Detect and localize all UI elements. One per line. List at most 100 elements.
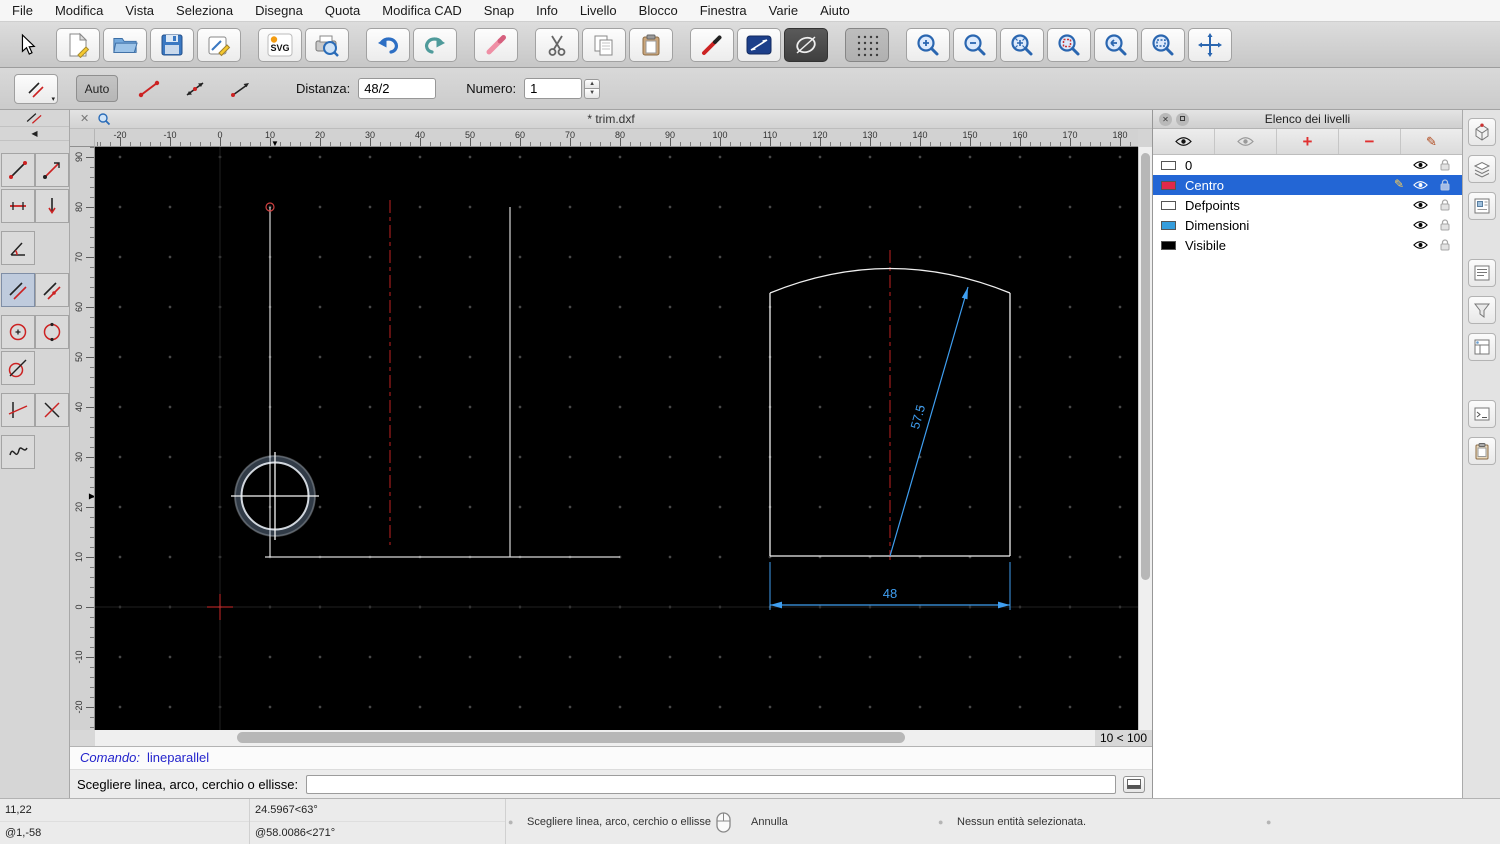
layer-list-icon[interactable]: [1467, 155, 1496, 183]
zoom-auto-button[interactable]: [1000, 27, 1044, 62]
layer-visibility-eye-icon[interactable]: [1413, 200, 1428, 210]
dimension-tool-button[interactable]: [737, 27, 781, 62]
vertical-scrollbar-thumb[interactable]: [1141, 153, 1150, 580]
palette-current-tool[interactable]: [0, 110, 69, 127]
stepper-down-button[interactable]: ▼: [584, 88, 601, 99]
selection-cursor-icon[interactable]: [12, 33, 42, 57]
zoom-previous-button[interactable]: [1094, 27, 1138, 62]
hide-all-layers-button[interactable]: [1215, 129, 1277, 154]
copy-button[interactable]: [582, 27, 626, 62]
zoom-in-button[interactable]: [906, 27, 950, 62]
circle-tangent-tool[interactable]: [1, 351, 35, 385]
open-file-button[interactable]: [103, 27, 147, 62]
line-vertical-tool[interactable]: [35, 189, 69, 223]
menu-snap[interactable]: Snap: [484, 3, 514, 18]
paste-button[interactable]: [629, 27, 673, 62]
undo-button[interactable]: [366, 27, 410, 62]
palette-back-button[interactable]: ◀: [0, 127, 69, 141]
layer-lock-icon[interactable]: [1440, 239, 1450, 251]
number-input[interactable]: [524, 78, 583, 99]
layer-visibility-eye-icon[interactable]: [1413, 180, 1428, 190]
menu-seleziona[interactable]: Seleziona: [176, 3, 233, 18]
stepper-up-button[interactable]: ▲: [584, 78, 601, 89]
add-layer-button[interactable]: +: [1277, 129, 1339, 154]
menu-finestra[interactable]: Finestra: [700, 3, 747, 18]
reference-both-sides-button[interactable]: [174, 74, 216, 104]
drawing-canvas[interactable]: 57.5 48: [95, 147, 1138, 730]
zoom-selection-button[interactable]: [1047, 27, 1091, 62]
block-list-icon[interactable]: [1467, 192, 1496, 220]
layer-visibility-eye-icon[interactable]: [1413, 240, 1428, 250]
layer-lock-icon[interactable]: [1440, 199, 1450, 211]
line-angle-point-tool[interactable]: [35, 153, 69, 187]
menu-vista[interactable]: Vista: [125, 3, 154, 18]
print-preview-button[interactable]: [305, 27, 349, 62]
view-list-icon[interactable]: [1467, 259, 1496, 287]
layer-row-visibile[interactable]: Visibile: [1153, 235, 1462, 255]
menu-varie[interactable]: Varie: [769, 3, 798, 18]
command-panel-toggle-button[interactable]: [1123, 775, 1145, 793]
circle-two-points-tool[interactable]: [35, 315, 69, 349]
line-horizontal-tool[interactable]: [1, 189, 35, 223]
menu-quota[interactable]: Quota: [325, 3, 360, 18]
menu-info[interactable]: Info: [536, 3, 558, 18]
save-button[interactable]: [150, 27, 194, 62]
grid-toggle-button[interactable]: [845, 27, 889, 62]
drawing-lines[interactable]: [265, 207, 620, 558]
library-browser-icon[interactable]: [1467, 333, 1496, 361]
layer-visibility-eye-icon[interactable]: [1413, 220, 1428, 230]
reference-single-side-button[interactable]: [220, 74, 262, 104]
line-two-points-tool[interactable]: [1, 153, 35, 187]
menu-modifica-cad[interactable]: Modifica CAD: [382, 3, 461, 18]
edit-drawing-preferences-button[interactable]: [197, 27, 241, 62]
current-tool-dropdown[interactable]: ▾: [14, 73, 58, 104]
trim-two-entities-tool[interactable]: [35, 393, 69, 427]
layer-lock-icon[interactable]: [1440, 159, 1450, 171]
horizontal-scrollbar[interactable]: [95, 730, 1095, 746]
trim-tool[interactable]: [1, 393, 35, 427]
pan-button[interactable]: [1188, 27, 1232, 62]
redo-button[interactable]: [413, 27, 457, 62]
distance-input[interactable]: [358, 78, 437, 99]
close-panel-icon[interactable]: ✕: [1159, 113, 1172, 126]
menu-file[interactable]: File: [12, 3, 33, 18]
layer-lock-icon[interactable]: [1440, 179, 1450, 191]
menu-blocco[interactable]: Blocco: [639, 3, 678, 18]
selection-filter-icon[interactable]: [1467, 296, 1496, 324]
command-input[interactable]: [306, 774, 1116, 794]
new-file-button[interactable]: [56, 27, 100, 62]
zoom-out-button[interactable]: [953, 27, 997, 62]
svg-export-button[interactable]: SVG: [258, 27, 302, 62]
layer-row-0[interactable]: 0: [1153, 155, 1462, 175]
vertical-scrollbar[interactable]: [1138, 147, 1152, 730]
freehand-line-tool[interactable]: [1, 435, 35, 469]
layer-row-defpoints[interactable]: Defpoints: [1153, 195, 1462, 215]
centerlines[interactable]: [389, 200, 891, 560]
clipboard-panel-icon[interactable]: [1467, 437, 1496, 465]
circle-center-point-tool[interactable]: [1, 315, 35, 349]
layer-row-centro[interactable]: Centro ✎: [1153, 175, 1462, 195]
menu-modifica[interactable]: Modifica: [55, 3, 103, 18]
draw-pen-button[interactable]: [690, 27, 734, 62]
reference-free-positioning-button[interactable]: [128, 74, 170, 104]
command-line-panel-icon[interactable]: [1467, 400, 1496, 428]
menu-disegna[interactable]: Disegna: [255, 3, 303, 18]
layer-visibility-eye-icon[interactable]: [1413, 160, 1428, 170]
ellipse-tool-button[interactable]: [784, 27, 828, 62]
delete-entity-button[interactable]: [474, 27, 518, 62]
menu-livello[interactable]: Livello: [580, 3, 617, 18]
undock-panel-icon[interactable]: [1176, 113, 1189, 126]
line-parallel-tool[interactable]: [1, 273, 35, 307]
line-parallel-through-point-tool[interactable]: [35, 273, 69, 307]
dimension-horizontal[interactable]: 48: [769, 562, 1011, 610]
dimension-diagonal[interactable]: 57.5: [889, 286, 969, 557]
show-all-layers-button[interactable]: [1153, 129, 1215, 154]
auto-snap-button[interactable]: Auto: [76, 75, 118, 102]
horizontal-scrollbar-thumb[interactable]: [237, 732, 905, 743]
remove-layer-button[interactable]: −: [1339, 129, 1401, 154]
layer-lock-icon[interactable]: [1440, 219, 1450, 231]
edit-layer-button[interactable]: ✎: [1401, 129, 1462, 154]
cut-button[interactable]: [535, 27, 579, 62]
layer-row-dimensioni[interactable]: Dimensioni: [1153, 215, 1462, 235]
property-editor-icon[interactable]: [1467, 118, 1496, 146]
